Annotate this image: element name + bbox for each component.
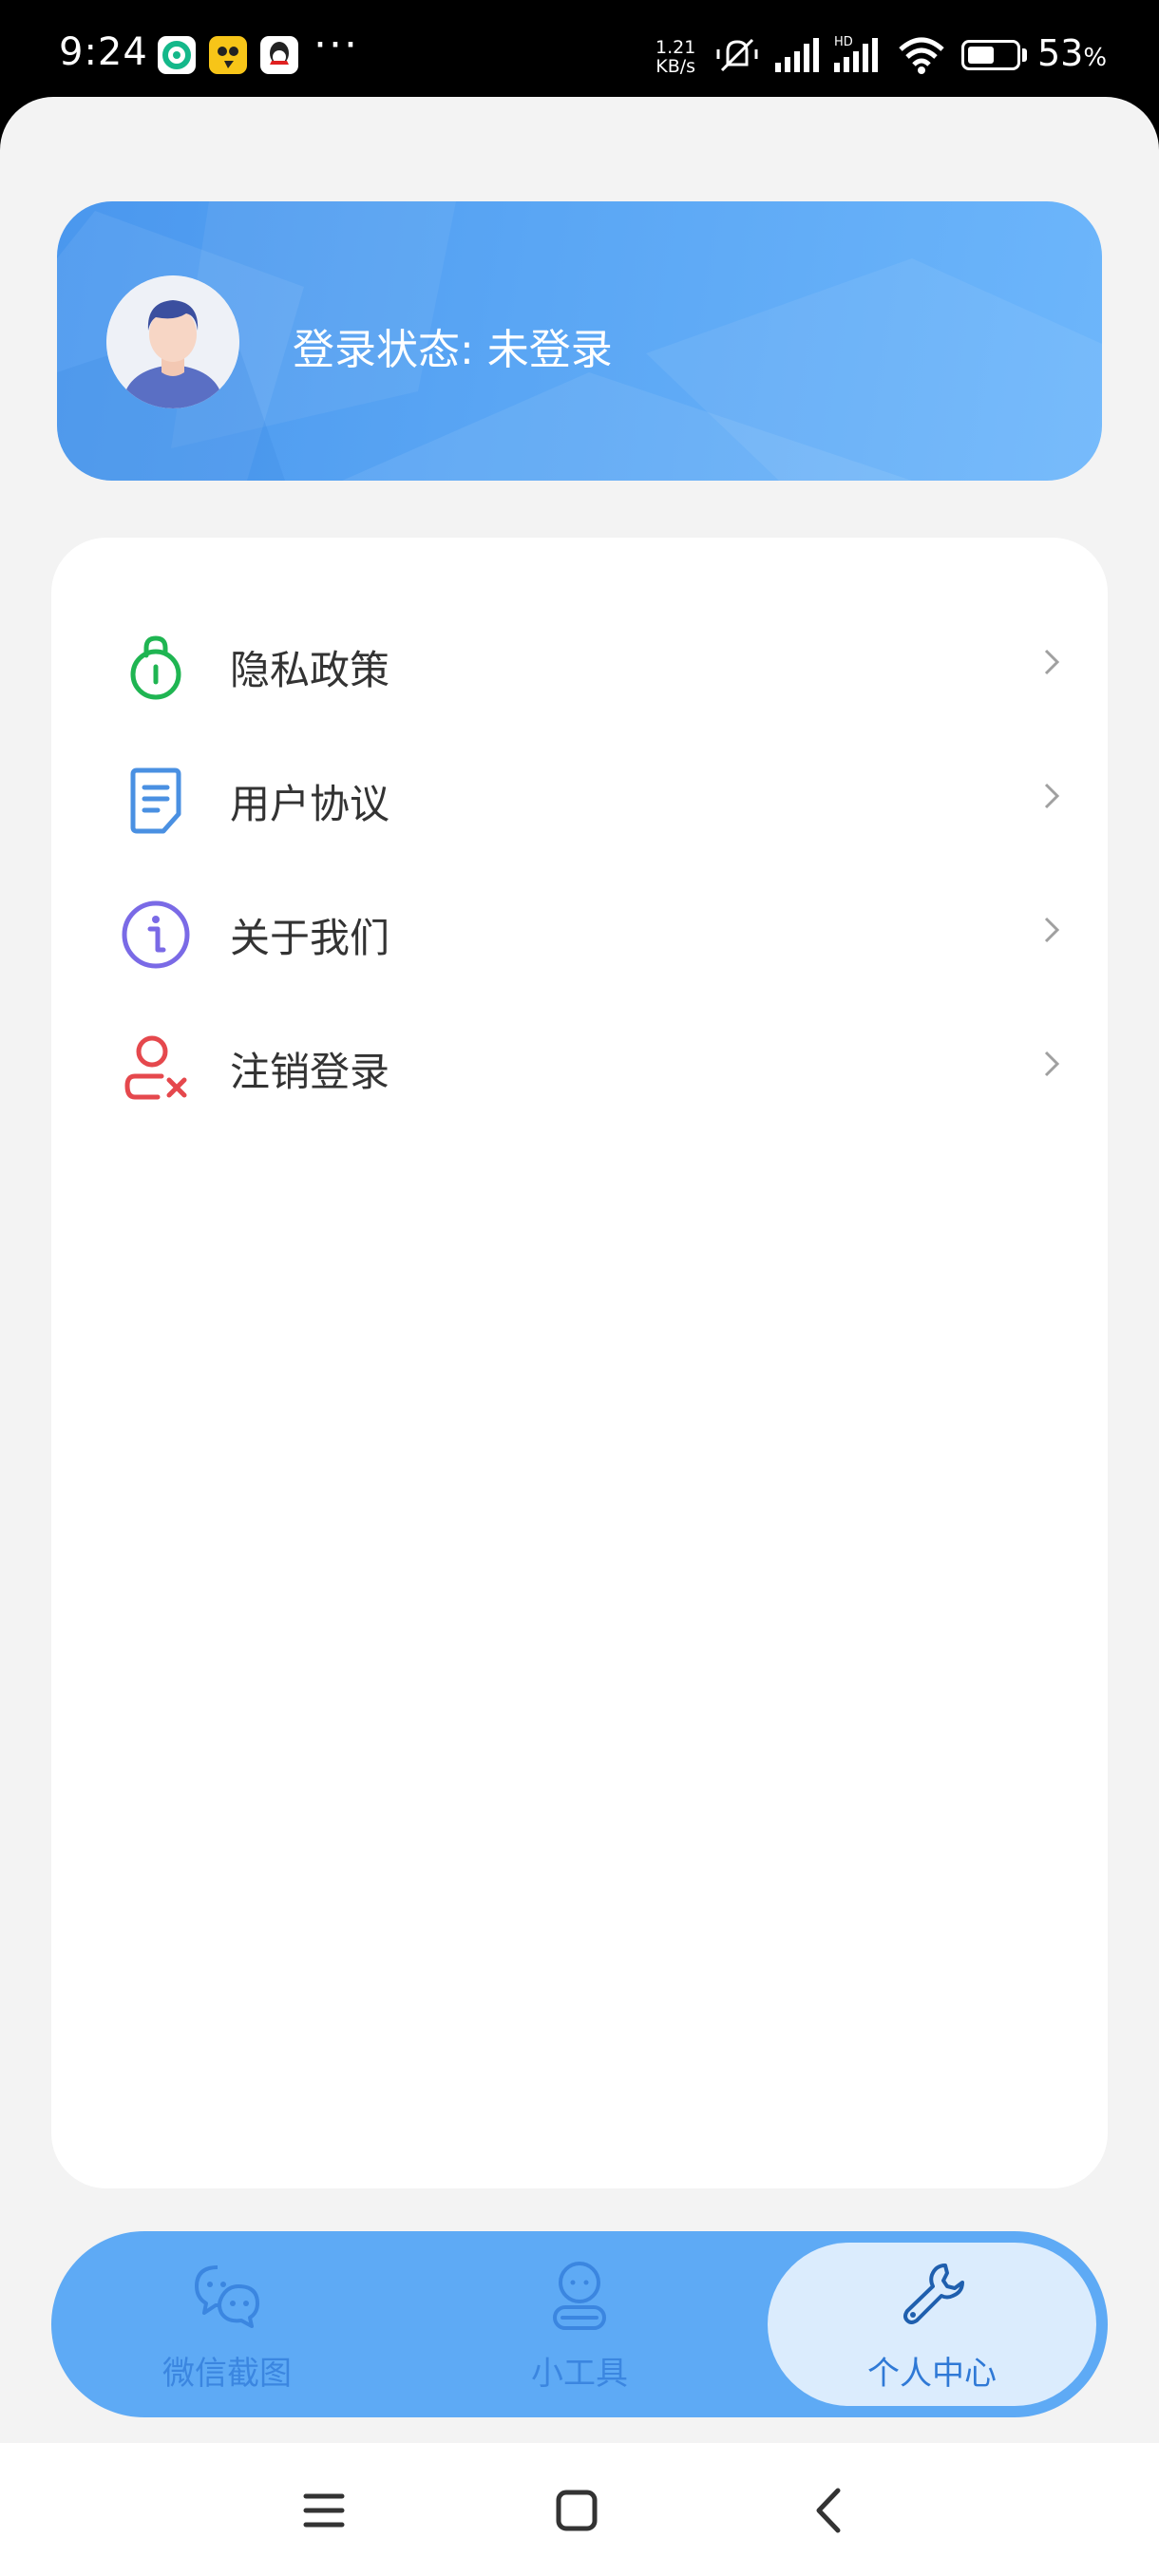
chevron-right-icon xyxy=(1044,649,1060,675)
tab-label: 微信截图 xyxy=(162,2355,292,2393)
green-sync-app-icon xyxy=(158,36,196,74)
hd-label: HD xyxy=(834,35,853,49)
bottom-tab-bar: 微信截图 小工具 个人中心 xyxy=(51,2231,1108,2417)
chevron-right-icon xyxy=(1044,783,1060,809)
menu-item-label: 用户协议 xyxy=(230,781,390,827)
battery-icon xyxy=(961,40,1020,70)
avatar[interactable] xyxy=(106,275,239,408)
signal-icon-2: HD xyxy=(830,34,884,80)
document-icon xyxy=(130,767,181,834)
speed-unit: KB/s xyxy=(656,56,696,77)
profile-card[interactable]: 登录状态: 未登录 xyxy=(57,201,1102,481)
battery-percent: 53% xyxy=(1037,32,1107,74)
back-icon[interactable] xyxy=(796,2477,863,2544)
user-remove-icon xyxy=(124,1035,187,1100)
tab-label: 小工具 xyxy=(531,2355,628,2393)
tab-tools[interactable]: 小工具 xyxy=(404,2231,755,2417)
home-icon[interactable] xyxy=(543,2477,610,2544)
app-surface: 登录状态: 未登录 隐私政策 用户协议 关于我们 注销登录 微信截图 小工具 个… xyxy=(0,97,1159,2443)
tab-wechat-screenshot[interactable]: 微信截图 xyxy=(51,2231,403,2417)
menu-item-label: 注销登录 xyxy=(230,1049,390,1095)
lock-icon xyxy=(130,635,181,700)
network-speed: 1.21 KB/s xyxy=(656,38,695,76)
menu-item-about-us[interactable]: 关于我们 xyxy=(51,862,1108,995)
menu-item-logout[interactable]: 注销登录 xyxy=(51,996,1108,1129)
battery-percent-sign: % xyxy=(1083,44,1108,72)
login-status-text: 登录状态: 未登录 xyxy=(293,326,613,374)
battery-fill xyxy=(968,47,994,64)
battery-percent-value: 53 xyxy=(1037,32,1084,74)
menu-item-user-agreement[interactable]: 用户协议 xyxy=(51,729,1108,862)
menu-icon[interactable] xyxy=(291,2477,357,2544)
tab-profile-center[interactable]: 个人中心 xyxy=(756,2231,1108,2417)
chevron-right-icon xyxy=(1044,1051,1060,1077)
chevron-right-icon xyxy=(1044,917,1060,943)
speed-value: 1.21 xyxy=(656,37,696,58)
menu-item-label: 隐私政策 xyxy=(230,647,390,693)
tab-label: 个人中心 xyxy=(867,2355,997,2393)
qq-icon xyxy=(260,36,298,74)
info-icon xyxy=(122,900,190,969)
wifi-icon xyxy=(897,34,946,80)
menu-item-label: 关于我们 xyxy=(230,915,390,961)
signal-icon-1 xyxy=(771,34,823,80)
more-notifications: ··· xyxy=(314,21,359,69)
status-bar: 9:24 ··· 1.21 KB/s HD 53% xyxy=(0,0,1159,106)
yellow-app-icon xyxy=(209,36,247,74)
menu-card: 隐私政策 用户协议 关于我们 注销登录 xyxy=(51,538,1108,2188)
system-navigation-bar xyxy=(0,2443,1159,2576)
wrench-icon xyxy=(903,2263,964,2324)
mute-bell-icon xyxy=(714,34,760,80)
chat-bubbles-icon xyxy=(195,2265,259,2328)
robot-icon xyxy=(553,2262,606,2330)
battery-tip xyxy=(1022,48,1027,62)
status-time: 9:24 xyxy=(59,30,148,74)
menu-item-privacy-policy[interactable]: 隐私政策 xyxy=(51,595,1108,728)
